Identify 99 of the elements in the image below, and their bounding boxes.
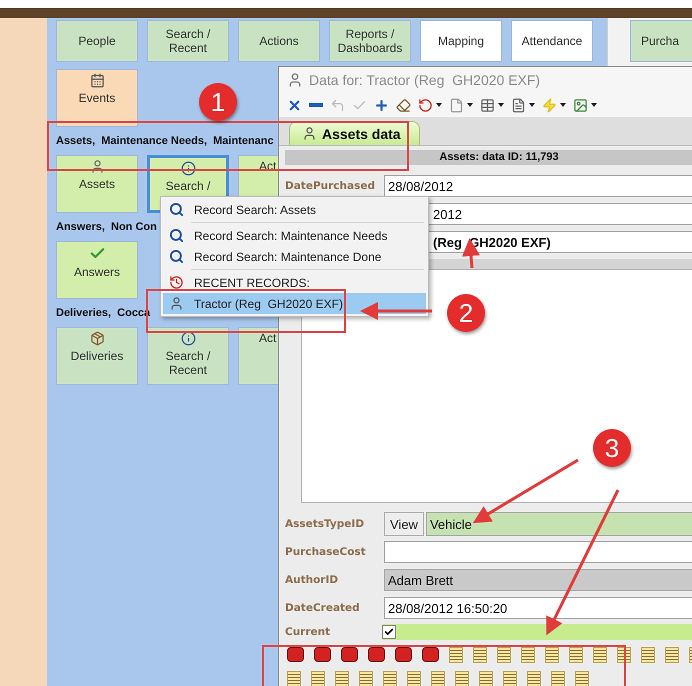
caret-icon xyxy=(498,103,504,107)
document-icon[interactable] xyxy=(455,671,469,686)
lightning-icon xyxy=(542,98,557,112)
readonly-field: Adam Brett xyxy=(384,569,692,591)
document-icon[interactable] xyxy=(593,647,607,663)
document-icon[interactable] xyxy=(479,671,493,686)
field-label: AuthorID xyxy=(285,574,338,586)
nav-button[interactable]: Attendance xyxy=(511,20,593,62)
checkbox[interactable] xyxy=(382,625,396,639)
toolbar-button[interactable] xyxy=(542,98,566,112)
document-icon[interactable] xyxy=(449,647,463,663)
add-icon xyxy=(374,98,389,112)
caret-icon xyxy=(591,103,597,107)
close-icon xyxy=(287,98,302,112)
document-icon[interactable] xyxy=(473,647,487,663)
nav-button[interactable]: Reports / Dashboards xyxy=(329,20,411,62)
annotation-arrow xyxy=(360,302,432,320)
info-icon xyxy=(180,331,196,346)
calendar-icon xyxy=(90,73,104,88)
minus-icon xyxy=(309,103,323,107)
return-icon xyxy=(330,98,345,112)
history-icon xyxy=(169,275,184,290)
caret-icon xyxy=(560,103,566,107)
text-field[interactable] xyxy=(384,541,692,563)
table-icon xyxy=(480,98,495,112)
document-icon[interactable] xyxy=(287,671,301,686)
module-button[interactable]: Answers xyxy=(56,241,138,299)
document-icon[interactable] xyxy=(311,671,325,686)
document-icon[interactable] xyxy=(359,671,373,686)
document-icon[interactable] xyxy=(527,671,541,686)
field-label: DatePurchased xyxy=(285,180,375,192)
module-button[interactable]: Deliveries xyxy=(56,327,138,385)
nav-button[interactable]: Search / Recent xyxy=(147,20,229,62)
toolbar-button[interactable] xyxy=(573,98,597,112)
form-icon xyxy=(511,98,526,112)
undo-icon xyxy=(418,98,433,112)
field-label: AssetsTypeID xyxy=(285,518,364,530)
lookup-field[interactable]: Vehicle xyxy=(426,512,692,536)
caret-icon xyxy=(467,103,473,107)
nav-button[interactable]: Mapping xyxy=(420,20,502,62)
module-button[interactable]: Search / Recent xyxy=(147,327,229,385)
document-icon[interactable] xyxy=(665,647,679,663)
document-icon[interactable] xyxy=(551,671,565,686)
menu-item[interactable]: Record Search: Maintenance Needs xyxy=(163,225,426,246)
picture-icon xyxy=(573,98,588,112)
document-icon[interactable] xyxy=(641,647,655,663)
document-icon[interactable] xyxy=(521,647,535,663)
view-button[interactable]: View xyxy=(384,512,424,536)
document-icon[interactable] xyxy=(503,671,517,686)
caret-icon xyxy=(436,103,442,107)
toolbox-icon[interactable] xyxy=(395,647,412,662)
text-field[interactable]: 28/08/2012 16:50:20 xyxy=(384,597,692,619)
section-title: Assets, Maintenance Needs, Maintenanc xyxy=(56,134,274,148)
toolbar-button[interactable] xyxy=(480,98,504,112)
window-title: Data for: Tractor (Reg GH2020 EXF) xyxy=(309,72,540,88)
eraser-icon xyxy=(396,98,411,112)
text-field[interactable]: 28/08/2012 xyxy=(384,175,692,197)
nav-button[interactable]: People xyxy=(56,20,138,62)
toolbox-icon[interactable] xyxy=(341,647,358,662)
toolbox-icon[interactable] xyxy=(314,647,331,662)
toolbar-button[interactable] xyxy=(418,98,442,112)
toolbox-icon[interactable] xyxy=(422,647,439,662)
document-icon[interactable] xyxy=(575,671,589,686)
tab[interactable]: Assets data xyxy=(289,121,420,145)
section-title: Answers, Non Con xyxy=(56,220,157,234)
events-button[interactable]: Events xyxy=(56,69,138,127)
page-icon xyxy=(449,98,464,112)
document-icon[interactable] xyxy=(545,647,559,663)
toolbox-icon[interactable] xyxy=(368,647,385,662)
checkmark-icon xyxy=(384,627,394,637)
nav-button[interactable]: Purcha xyxy=(630,20,692,62)
document-icon[interactable] xyxy=(407,671,421,686)
document-icon[interactable] xyxy=(383,671,397,686)
menu-item[interactable]: Record Search: Maintenance Done xyxy=(163,246,426,267)
caret-icon xyxy=(529,103,535,107)
field-label: Current xyxy=(285,626,330,638)
nav-button[interactable]: Actions xyxy=(238,20,320,62)
menu-item[interactable]: Tractor (Reg GH2020 EXF) xyxy=(163,293,426,314)
search-icon xyxy=(169,249,184,264)
info-icon xyxy=(180,161,196,176)
module-button[interactable]: Assets xyxy=(56,155,138,213)
document-icon[interactable] xyxy=(569,647,583,663)
toolbar-button[interactable] xyxy=(511,98,535,112)
menu-header: RECENT RECORDS: xyxy=(163,272,426,293)
person-icon xyxy=(169,296,184,311)
document-icon[interactable] xyxy=(335,671,349,686)
field-label: PurchaseCost xyxy=(285,546,366,558)
toolbar-button[interactable] xyxy=(449,98,473,112)
package-icon xyxy=(90,331,104,346)
document-icon[interactable] xyxy=(431,671,445,686)
person-icon xyxy=(90,159,104,174)
field-label: DateCreated xyxy=(285,602,360,614)
toolbox-icon[interactable] xyxy=(287,647,304,662)
search-icon xyxy=(169,228,184,243)
search-icon xyxy=(169,202,184,217)
record-header: Assets: data ID: 11,793 xyxy=(285,150,692,165)
person-icon xyxy=(302,126,317,141)
person-icon xyxy=(287,72,303,88)
document-icon[interactable] xyxy=(497,647,511,663)
